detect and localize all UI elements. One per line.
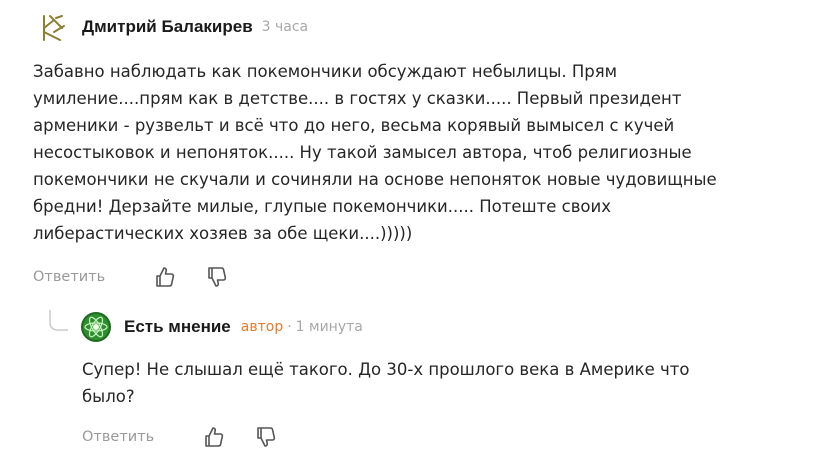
comment-time: 3 часа bbox=[261, 19, 309, 35]
reply-text: Супер! Не слышал ещё такого. До 30-х про… bbox=[82, 360, 690, 406]
reply-button[interactable]: Ответить bbox=[33, 269, 105, 285]
thread-line bbox=[49, 310, 68, 331]
thumbs-up-icon[interactable] bbox=[202, 425, 226, 449]
meta-separator: · bbox=[287, 319, 292, 335]
author-name[interactable]: Дмитрий Балакирев bbox=[82, 17, 253, 37]
reply-header: Есть мнение автор · 1 минута bbox=[124, 317, 363, 337]
comment-text: Забавно наблюдать как покемончики обсужд… bbox=[33, 62, 717, 243]
thumbs-up-icon[interactable] bbox=[153, 265, 177, 289]
rune-avatar-icon[interactable] bbox=[36, 12, 68, 44]
reply-reply-button[interactable]: Ответить bbox=[82, 429, 154, 445]
comment-header: Дмитрий Балакирев 3 часа bbox=[82, 17, 308, 37]
atom-avatar-icon[interactable] bbox=[80, 311, 112, 343]
thumbs-down-icon[interactable] bbox=[205, 265, 229, 289]
comment-actions: Ответить bbox=[33, 265, 229, 289]
thumbs-down-icon[interactable] bbox=[254, 425, 278, 449]
reply-author-name[interactable]: Есть мнение bbox=[124, 317, 231, 337]
reply-time: 1 минута bbox=[295, 319, 363, 335]
author-badge: автор bbox=[240, 319, 284, 335]
reply-actions: Ответить bbox=[82, 425, 278, 449]
